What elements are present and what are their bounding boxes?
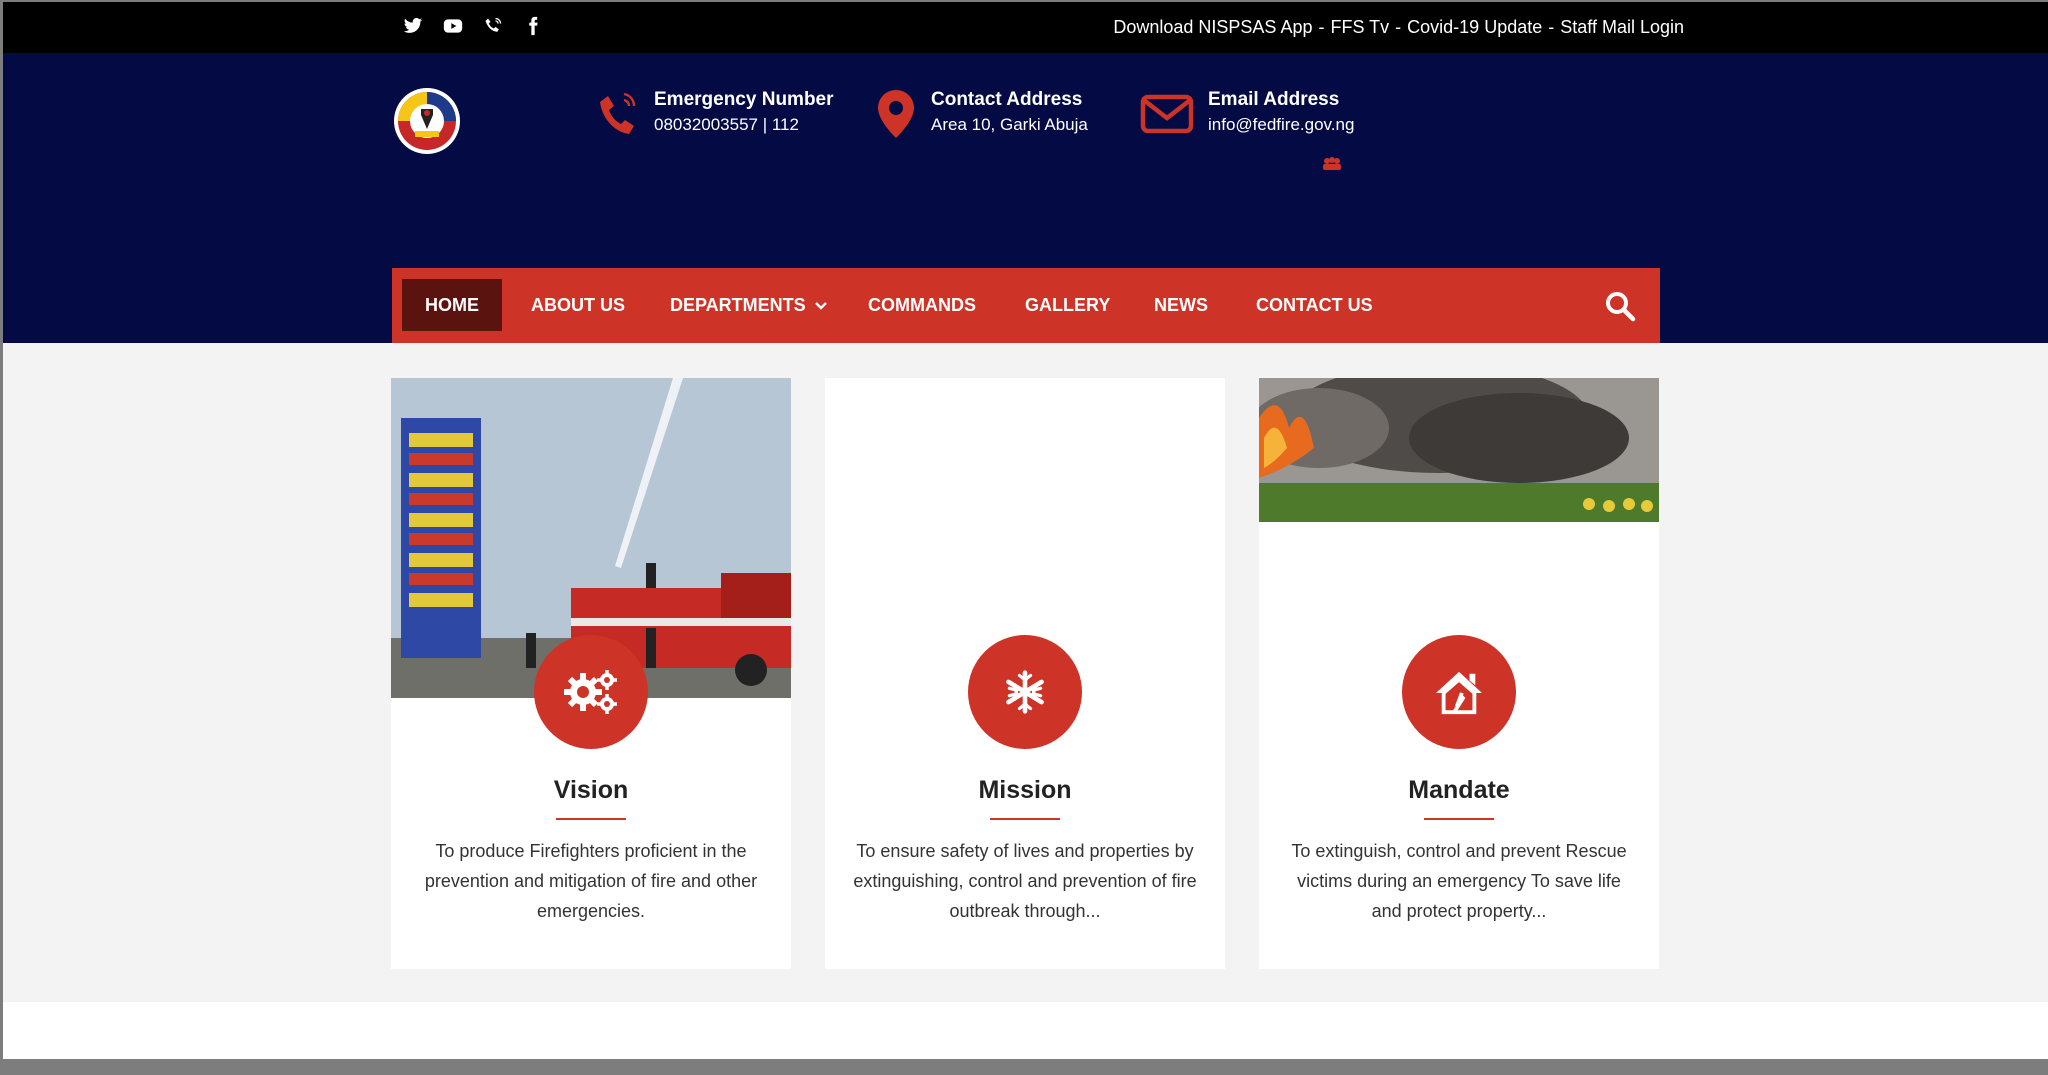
- facebook-icon[interactable]: [523, 16, 543, 36]
- nav-departments[interactable]: DEPARTMENTS: [670, 279, 827, 331]
- gears-icon: [564, 670, 617, 714]
- nav-news[interactable]: NEWS: [1154, 279, 1208, 331]
- separator: -: [1318, 17, 1325, 37]
- nav-gallery[interactable]: GALLERY: [1025, 279, 1110, 331]
- vision-card: Vision To produce Firefighters proficien…: [391, 378, 791, 969]
- address-info: Contact Address Area 10, Garki Abuja: [875, 88, 1088, 138]
- title-underline: [990, 818, 1060, 820]
- twitter-icon[interactable]: [403, 16, 423, 36]
- top-bar: Download NISPSAS App - FFS Tv - Covid-19…: [3, 2, 2048, 53]
- emergency-title: Emergency Number: [654, 89, 834, 110]
- nav-home[interactable]: HOME: [402, 279, 502, 331]
- home-icon: [1435, 671, 1483, 715]
- separator: -: [1548, 17, 1555, 37]
- staff-mail-link[interactable]: Staff Mail Login: [1560, 17, 1684, 38]
- address-title: Contact Address: [931, 89, 1083, 110]
- map-pin-icon: [875, 88, 917, 138]
- title-underline: [1424, 818, 1494, 820]
- envelope-icon: [1140, 88, 1194, 138]
- covid-update-link[interactable]: Covid-19 Update: [1407, 17, 1542, 38]
- mandate-text: To extinguish, control and prevent Rescu…: [1291, 841, 1627, 921]
- youtube-icon[interactable]: [443, 16, 463, 36]
- chevron-down-icon: [814, 302, 827, 310]
- footer-strip: [3, 1002, 2048, 1059]
- nav-contact-us[interactable]: CONTACT US: [1256, 279, 1373, 331]
- search-icon[interactable]: [1604, 290, 1636, 322]
- main-nav: HOME ABOUT US DEPARTMENTS COMMANDS GALLE…: [392, 268, 1660, 343]
- ffs-tv-link[interactable]: FFS Tv: [1330, 17, 1389, 38]
- email-value[interactable]: info@fedfire.gov.ng: [1208, 112, 1354, 138]
- title-underline: [556, 818, 626, 820]
- download-app-link[interactable]: Download NISPSAS App: [1113, 17, 1312, 38]
- social-links: [403, 16, 543, 36]
- mission-card: Mission To ensure safety of lives and pr…: [825, 378, 1225, 969]
- nav-about-us[interactable]: ABOUT US: [531, 279, 625, 331]
- bush-fire-image: [1259, 378, 1659, 522]
- home-icon-badge: [1402, 635, 1516, 749]
- address-value: Area 10, Garki Abuja: [931, 115, 1088, 134]
- phone-icon[interactable]: [483, 16, 503, 36]
- emergency-info: Emergency Number 08032003557 | 112: [596, 88, 834, 138]
- vision-text: To produce Firefighters proficient in th…: [424, 841, 758, 921]
- vision-title: Vision: [553, 776, 629, 804]
- browser-page: Download NISPSAS App - FFS Tv - Covid-19…: [3, 2, 2048, 1059]
- mandate-card: Mandate To extinguish, control and preve…: [1259, 378, 1659, 969]
- phone-ringing-icon: [596, 88, 640, 138]
- snowflake-icon-badge: [968, 635, 1082, 749]
- mandate-title: Mandate: [1408, 776, 1510, 804]
- mission-text: To ensure safety of lives and properties…: [853, 841, 1197, 921]
- snowflake-icon: [1006, 670, 1044, 714]
- email-title: Email Address: [1208, 89, 1340, 110]
- email-info: Email Address info@fedfire.gov.ng: [1140, 88, 1354, 138]
- separator: -: [1395, 17, 1402, 37]
- emergency-number: 08032003557 | 112: [654, 115, 799, 134]
- top-links: Download NISPSAS App - FFS Tv - Covid-19…: [1113, 17, 1684, 38]
- people-icon: [1321, 157, 1343, 171]
- nav-departments-label: DEPARTMENTS: [670, 295, 806, 315]
- nav-commands[interactable]: COMMANDS: [868, 279, 976, 331]
- site-logo[interactable]: [393, 87, 461, 155]
- gears-icon-badge: [534, 635, 648, 749]
- mission-title: Mission: [978, 776, 1072, 804]
